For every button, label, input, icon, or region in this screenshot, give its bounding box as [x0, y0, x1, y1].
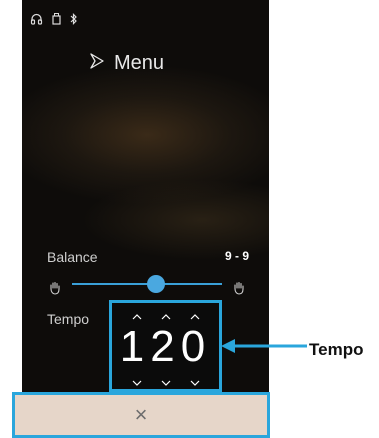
- hand-icon: [232, 281, 246, 300]
- close-icon: ×: [134, 402, 148, 427]
- chevron-up-icon[interactable]: [132, 309, 142, 323]
- balance-slider-thumb[interactable]: [147, 275, 165, 293]
- play-outline-icon: [88, 52, 106, 75]
- hand-icon: [48, 281, 62, 300]
- bluetooth-icon: [70, 13, 78, 25]
- chevron-down-icon[interactable]: [190, 375, 200, 389]
- menu-label: Menu: [114, 52, 165, 74]
- chevron-up-icon[interactable]: [190, 309, 200, 323]
- tempo-stepper[interactable]: 120: [109, 300, 222, 392]
- balance-label: Balance: [47, 249, 98, 265]
- balance-value: 9 - 9: [225, 249, 250, 263]
- chevron-up-icon[interactable]: [161, 309, 171, 323]
- chevron-down-icon[interactable]: [132, 375, 142, 389]
- callout-arrow-icon: [221, 339, 307, 353]
- usb-icon: [52, 13, 61, 25]
- tempo-value: 120: [119, 322, 212, 371]
- callout-label: Tempo: [309, 340, 364, 359]
- close-button[interactable]: ×: [12, 392, 270, 438]
- menu-button[interactable]: Menu: [88, 52, 164, 75]
- chevron-down-icon[interactable]: [161, 375, 171, 389]
- status-bar: [30, 13, 78, 25]
- headphones-icon: [30, 13, 43, 25]
- tempo-label: Tempo: [47, 311, 90, 327]
